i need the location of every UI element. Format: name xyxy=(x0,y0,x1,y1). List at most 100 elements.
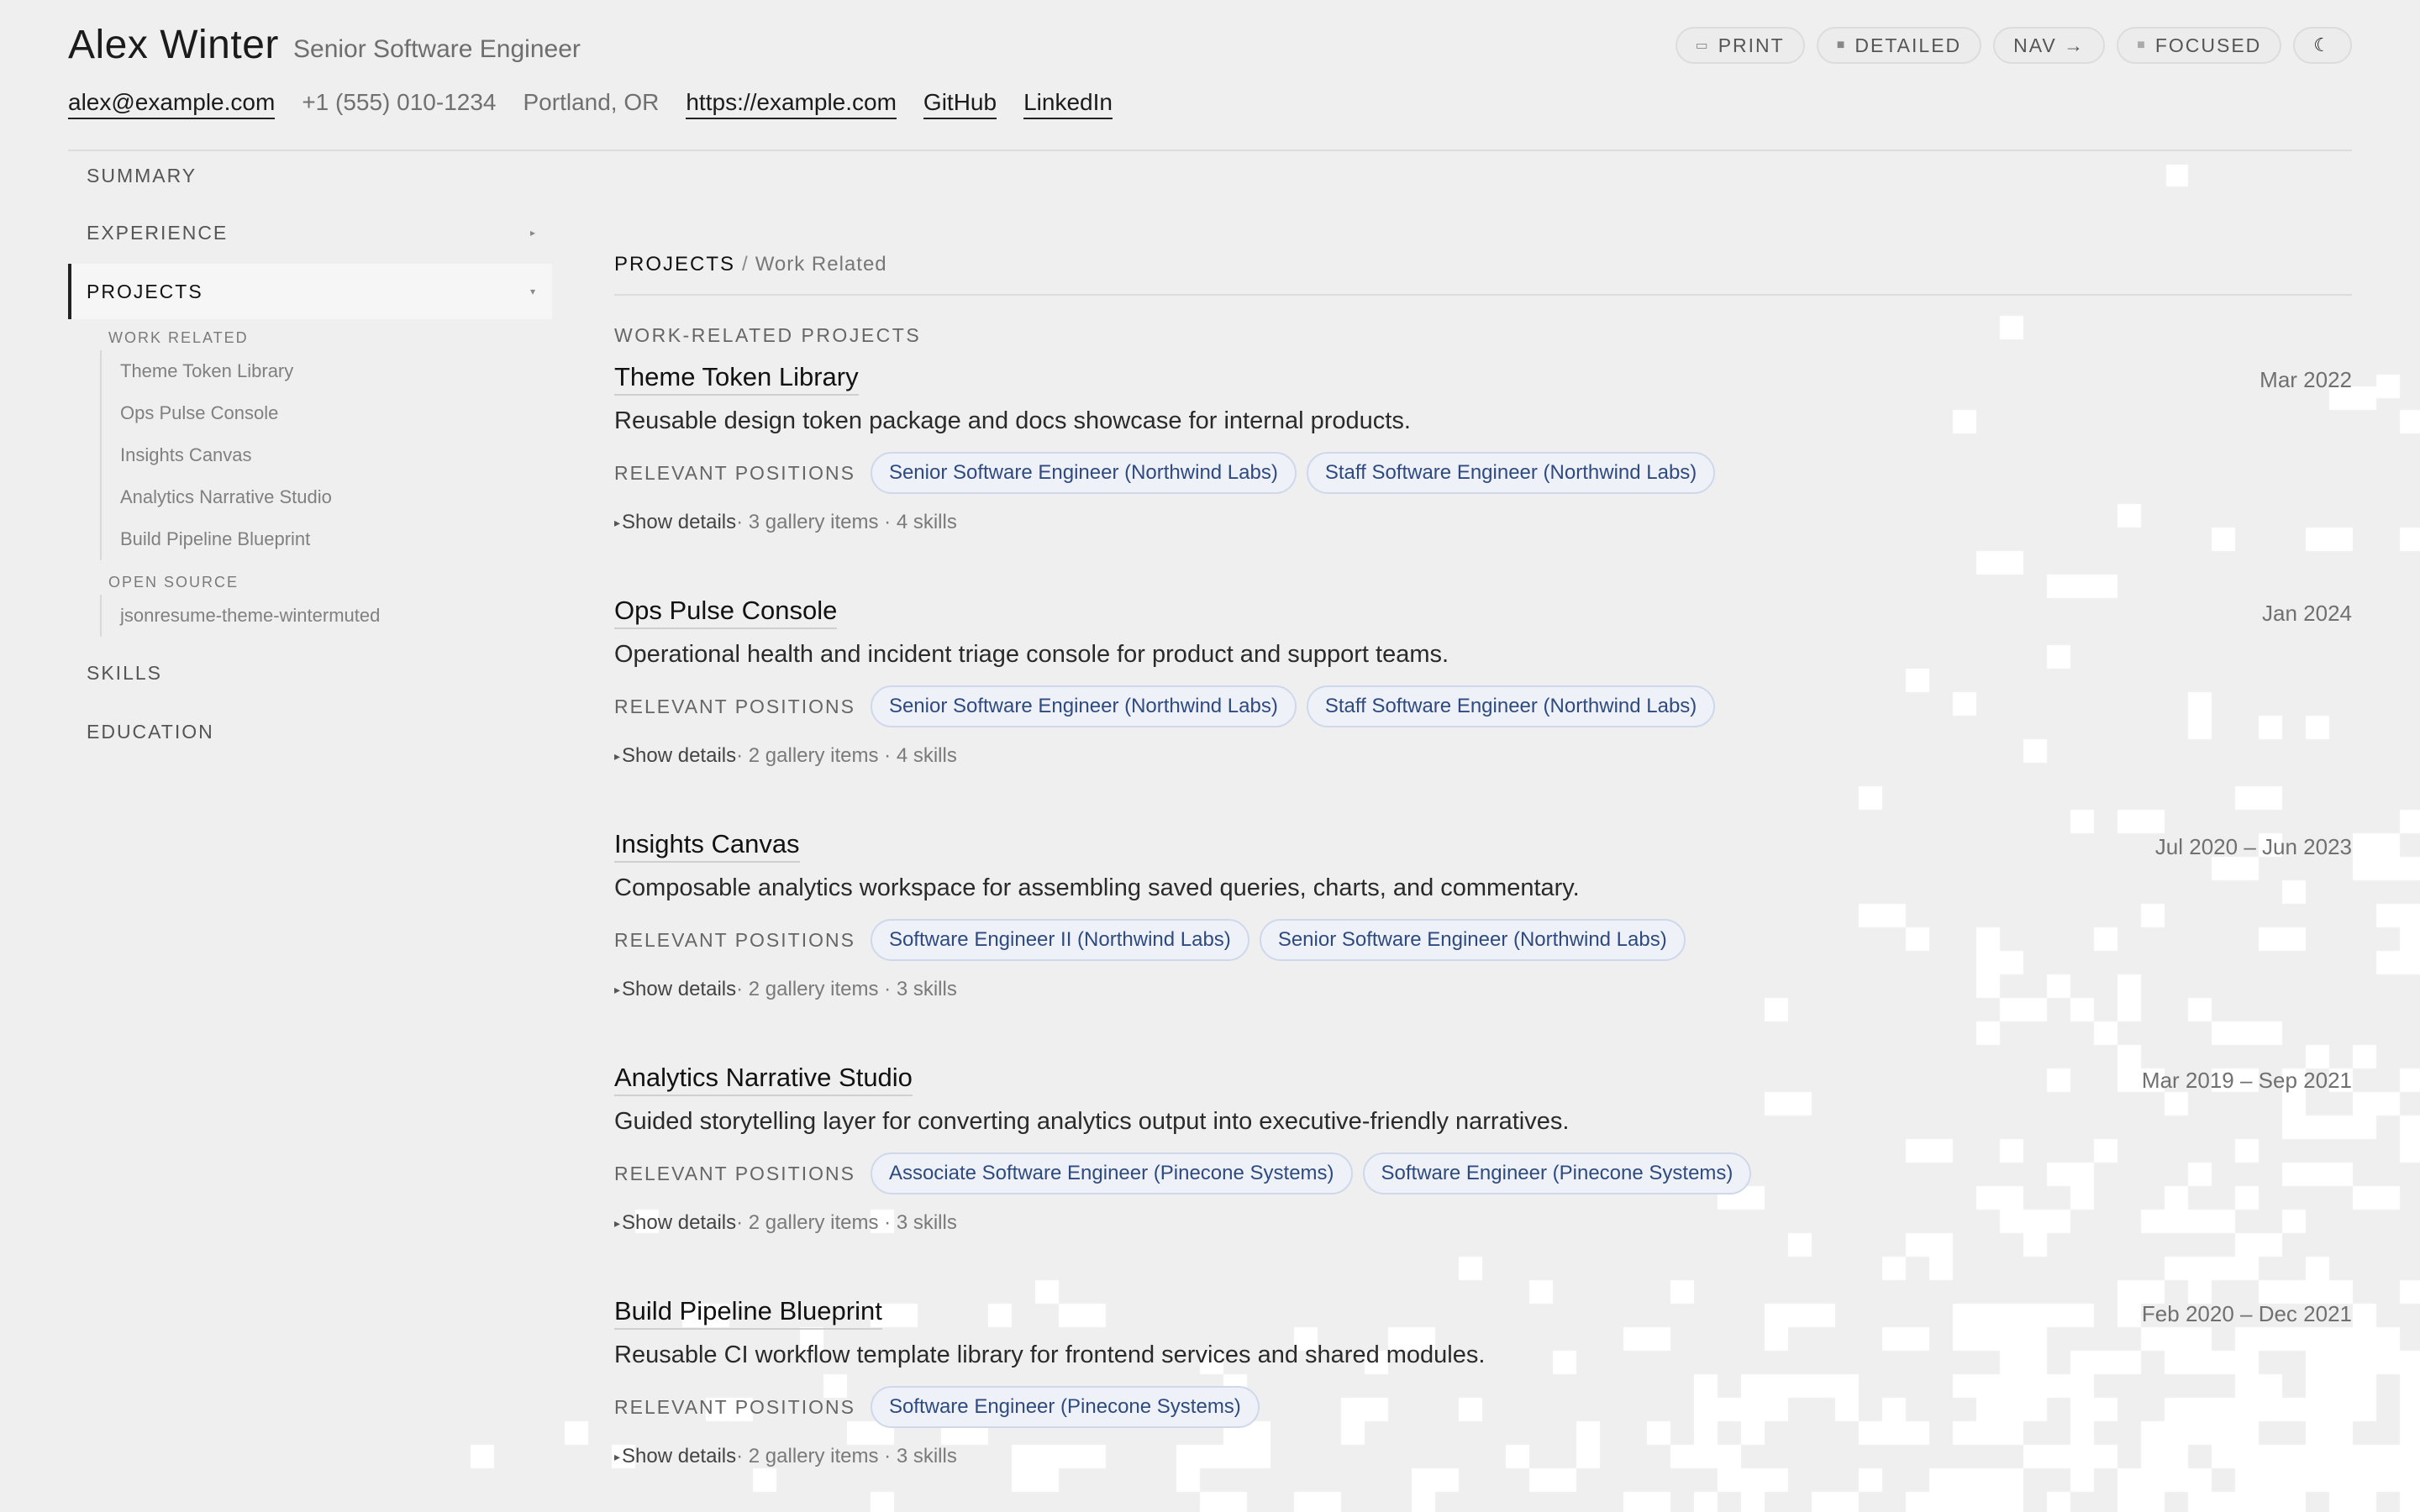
caret-right-icon: ▸ xyxy=(529,227,537,239)
project-card: Analytics Narrative Studio Mar 2019 – Se… xyxy=(614,1063,2352,1276)
breadcrumb: PROJECTS / Work Related xyxy=(614,235,2352,296)
position-tag[interactable]: Associate Software Engineer (Pinecone Sy… xyxy=(870,1152,1353,1194)
project-card: Insights Canvas Jul 2020 – Jun 2023 Comp… xyxy=(614,829,2352,1042)
square-icon: ■ xyxy=(2137,38,2147,52)
nav-item-projects[interactable]: PROJECTS ▾ xyxy=(68,264,552,319)
focused-toggle[interactable]: ■ FOCUSED xyxy=(2117,27,2282,64)
subnav-item[interactable]: Ops Pulse Console xyxy=(120,392,552,434)
show-details-label: Show details xyxy=(622,511,737,533)
nav-item-label: SKILLS xyxy=(87,661,162,684)
show-details-toggle[interactable]: ▸ Show details · 2 gallery items · 3 ski… xyxy=(614,978,2352,1001)
disclosure-triangle-icon: ▸ xyxy=(614,1215,621,1230)
show-details-toggle[interactable]: ▸ Show details · 2 gallery items · 3 ski… xyxy=(614,1445,2352,1468)
position-tag[interactable]: Staff Software Engineer (Northwind Labs) xyxy=(1306,452,1716,494)
project-date: Jul 2020 – Jun 2023 xyxy=(2154,834,2352,859)
show-details-label: Show details xyxy=(622,1445,737,1467)
project-date: Jan 2024 xyxy=(2262,601,2352,626)
subnav-item[interactable]: jsonresume-theme-wintermuted xyxy=(120,595,552,637)
relevant-positions: RELEVANT POSITIONS Software Engineer II … xyxy=(614,919,2352,961)
email-link[interactable]: alex@example.com xyxy=(68,89,276,119)
theme-toggle-button[interactable]: ☾ xyxy=(2293,27,2352,64)
breadcrumb-separator: / xyxy=(742,253,749,276)
detailed-label: DETAILED xyxy=(1854,34,1962,56)
disclosure-triangle-icon: ▸ xyxy=(614,515,621,529)
contact-row: alex@example.com +1 (555) 010-1234 Portl… xyxy=(68,89,1113,119)
section-nav: SUMMARY EXPERIENCE ▸ PROJECTS ▾ WORK REL… xyxy=(68,150,552,759)
show-details-toggle[interactable]: ▸ Show details · 3 gallery items · 4 ski… xyxy=(614,511,2352,534)
positions-label: RELEVANT POSITIONS xyxy=(614,461,855,484)
project-description: Operational health and incident triage c… xyxy=(614,641,1449,668)
position-tag[interactable]: Senior Software Engineer (Northwind Labs… xyxy=(870,685,1297,727)
nav-item-label: EDUCATION xyxy=(87,720,214,743)
project-title[interactable]: Build Pipeline Blueprint xyxy=(614,1296,882,1330)
nav-item-label: PROJECTS xyxy=(87,280,203,302)
project-card: Ops Pulse Console Jan 2024 Operational h… xyxy=(614,596,2352,809)
person-name: Alex Winter xyxy=(68,23,279,67)
nav-item-summary[interactable]: SUMMARY xyxy=(68,150,552,202)
subnav-item[interactable]: Theme Token Library xyxy=(120,350,552,392)
relevant-positions: RELEVANT POSITIONS Senior Software Engin… xyxy=(614,685,2352,727)
position-tag[interactable]: Senior Software Engineer (Northwind Labs… xyxy=(1259,919,1686,961)
subnav-item[interactable]: Build Pipeline Blueprint xyxy=(120,518,552,560)
project-description: Guided storytelling layer for converting… xyxy=(614,1108,1570,1135)
nav-item-education[interactable]: EDUCATION xyxy=(68,704,552,759)
position-tag[interactable]: Software Engineer (Pinecone Systems) xyxy=(870,1386,1260,1428)
print-label: PRINT xyxy=(1718,34,1785,56)
show-details-toggle[interactable]: ▸ Show details · 2 gallery items · 3 ski… xyxy=(614,1211,2352,1235)
project-meta: · 2 gallery items · 3 skills xyxy=(736,1211,957,1234)
project-title[interactable]: Analytics Narrative Studio xyxy=(614,1063,913,1096)
show-details-label: Show details xyxy=(622,1211,737,1234)
project-meta: · 2 gallery items · 4 skills xyxy=(736,744,957,767)
positions-label: RELEVANT POSITIONS xyxy=(614,928,855,951)
linkedin-link[interactable]: LinkedIn xyxy=(1023,89,1113,119)
detailed-toggle[interactable]: ■ DETAILED xyxy=(1816,27,1982,64)
disclosure-triangle-icon: ▸ xyxy=(614,982,621,996)
position-tag[interactable]: Software Engineer II (Northwind Labs) xyxy=(870,919,1249,961)
relevant-positions: RELEVANT POSITIONS Associate Software En… xyxy=(614,1152,2352,1194)
nav-item-experience[interactable]: EXPERIENCE ▸ xyxy=(68,205,552,260)
square-icon: ■ xyxy=(1836,38,1847,52)
subnav-list: jsonresume-theme-wintermuted xyxy=(100,595,552,637)
person-role: Senior Software Engineer xyxy=(293,35,581,63)
show-details-toggle[interactable]: ▸ Show details · 2 gallery items · 4 ski… xyxy=(614,744,2352,768)
position-tag[interactable]: Software Engineer (Pinecone Systems) xyxy=(1362,1152,1752,1194)
show-details-label: Show details xyxy=(622,978,737,1000)
website-link[interactable]: https://example.com xyxy=(686,89,897,119)
nav-item-skills[interactable]: SKILLS xyxy=(68,645,552,701)
resume-header: Alex Winter Senior Software Engineer ale… xyxy=(68,18,2352,151)
relevant-positions: RELEVANT POSITIONS Senior Software Engin… xyxy=(614,452,2352,494)
project-meta: · 2 gallery items · 3 skills xyxy=(736,978,957,1000)
project-title[interactable]: Theme Token Library xyxy=(614,362,859,396)
projects-subnav: WORK RELATED Theme Token Library Ops Pul… xyxy=(68,329,552,637)
positions-label: RELEVANT POSITIONS xyxy=(614,695,855,717)
phone-text: +1 (555) 010-1234 xyxy=(302,89,497,115)
moon-icon: ☾ xyxy=(2313,34,2332,55)
project-title[interactable]: Insights Canvas xyxy=(614,829,800,863)
disclosure-triangle-icon: ▸ xyxy=(614,1449,621,1463)
project-title[interactable]: Ops Pulse Console xyxy=(614,596,838,629)
projects-section: PROJECTS / Work Related WORK-RELATED PRO… xyxy=(614,235,2352,1509)
subnav-list: Theme Token Library Ops Pulse Console In… xyxy=(100,350,552,560)
show-details-label: Show details xyxy=(622,744,737,767)
location-text: Portland, OR xyxy=(523,89,660,115)
project-description: Reusable CI workflow template library fo… xyxy=(614,1341,1486,1368)
project-date: Mar 2019 – Sep 2021 xyxy=(2141,1068,2352,1093)
github-link[interactable]: GitHub xyxy=(923,89,997,119)
position-tag[interactable]: Senior Software Engineer (Northwind Labs… xyxy=(870,452,1297,494)
subnav-heading: OPEN SOURCE xyxy=(108,574,239,591)
breadcrumb-section[interactable]: PROJECTS xyxy=(614,253,735,276)
breadcrumb-subsection: Work Related xyxy=(755,253,887,276)
print-button[interactable]: ▭ PRINT xyxy=(1675,27,1805,64)
nav-item-label: SUMMARY xyxy=(87,164,197,186)
focused-label: FOCUSED xyxy=(2154,34,2262,56)
positions-label: RELEVANT POSITIONS xyxy=(614,1395,855,1418)
project-meta: · 2 gallery items · 3 skills xyxy=(736,1445,957,1467)
nav-toggle[interactable]: NAV → xyxy=(1993,27,2106,64)
printer-icon: ▭ xyxy=(1695,39,1710,53)
position-tag[interactable]: Staff Software Engineer (Northwind Labs) xyxy=(1306,685,1716,727)
subnav-item[interactable]: Insights Canvas xyxy=(120,434,552,476)
project-list: Theme Token Library Mar 2022 Reusable de… xyxy=(614,362,2352,1509)
subnav-heading: WORK RELATED xyxy=(108,329,249,346)
subnav-item[interactable]: Analytics Narrative Studio xyxy=(120,476,552,518)
section-title: WORK-RELATED PROJECTS xyxy=(614,324,922,346)
